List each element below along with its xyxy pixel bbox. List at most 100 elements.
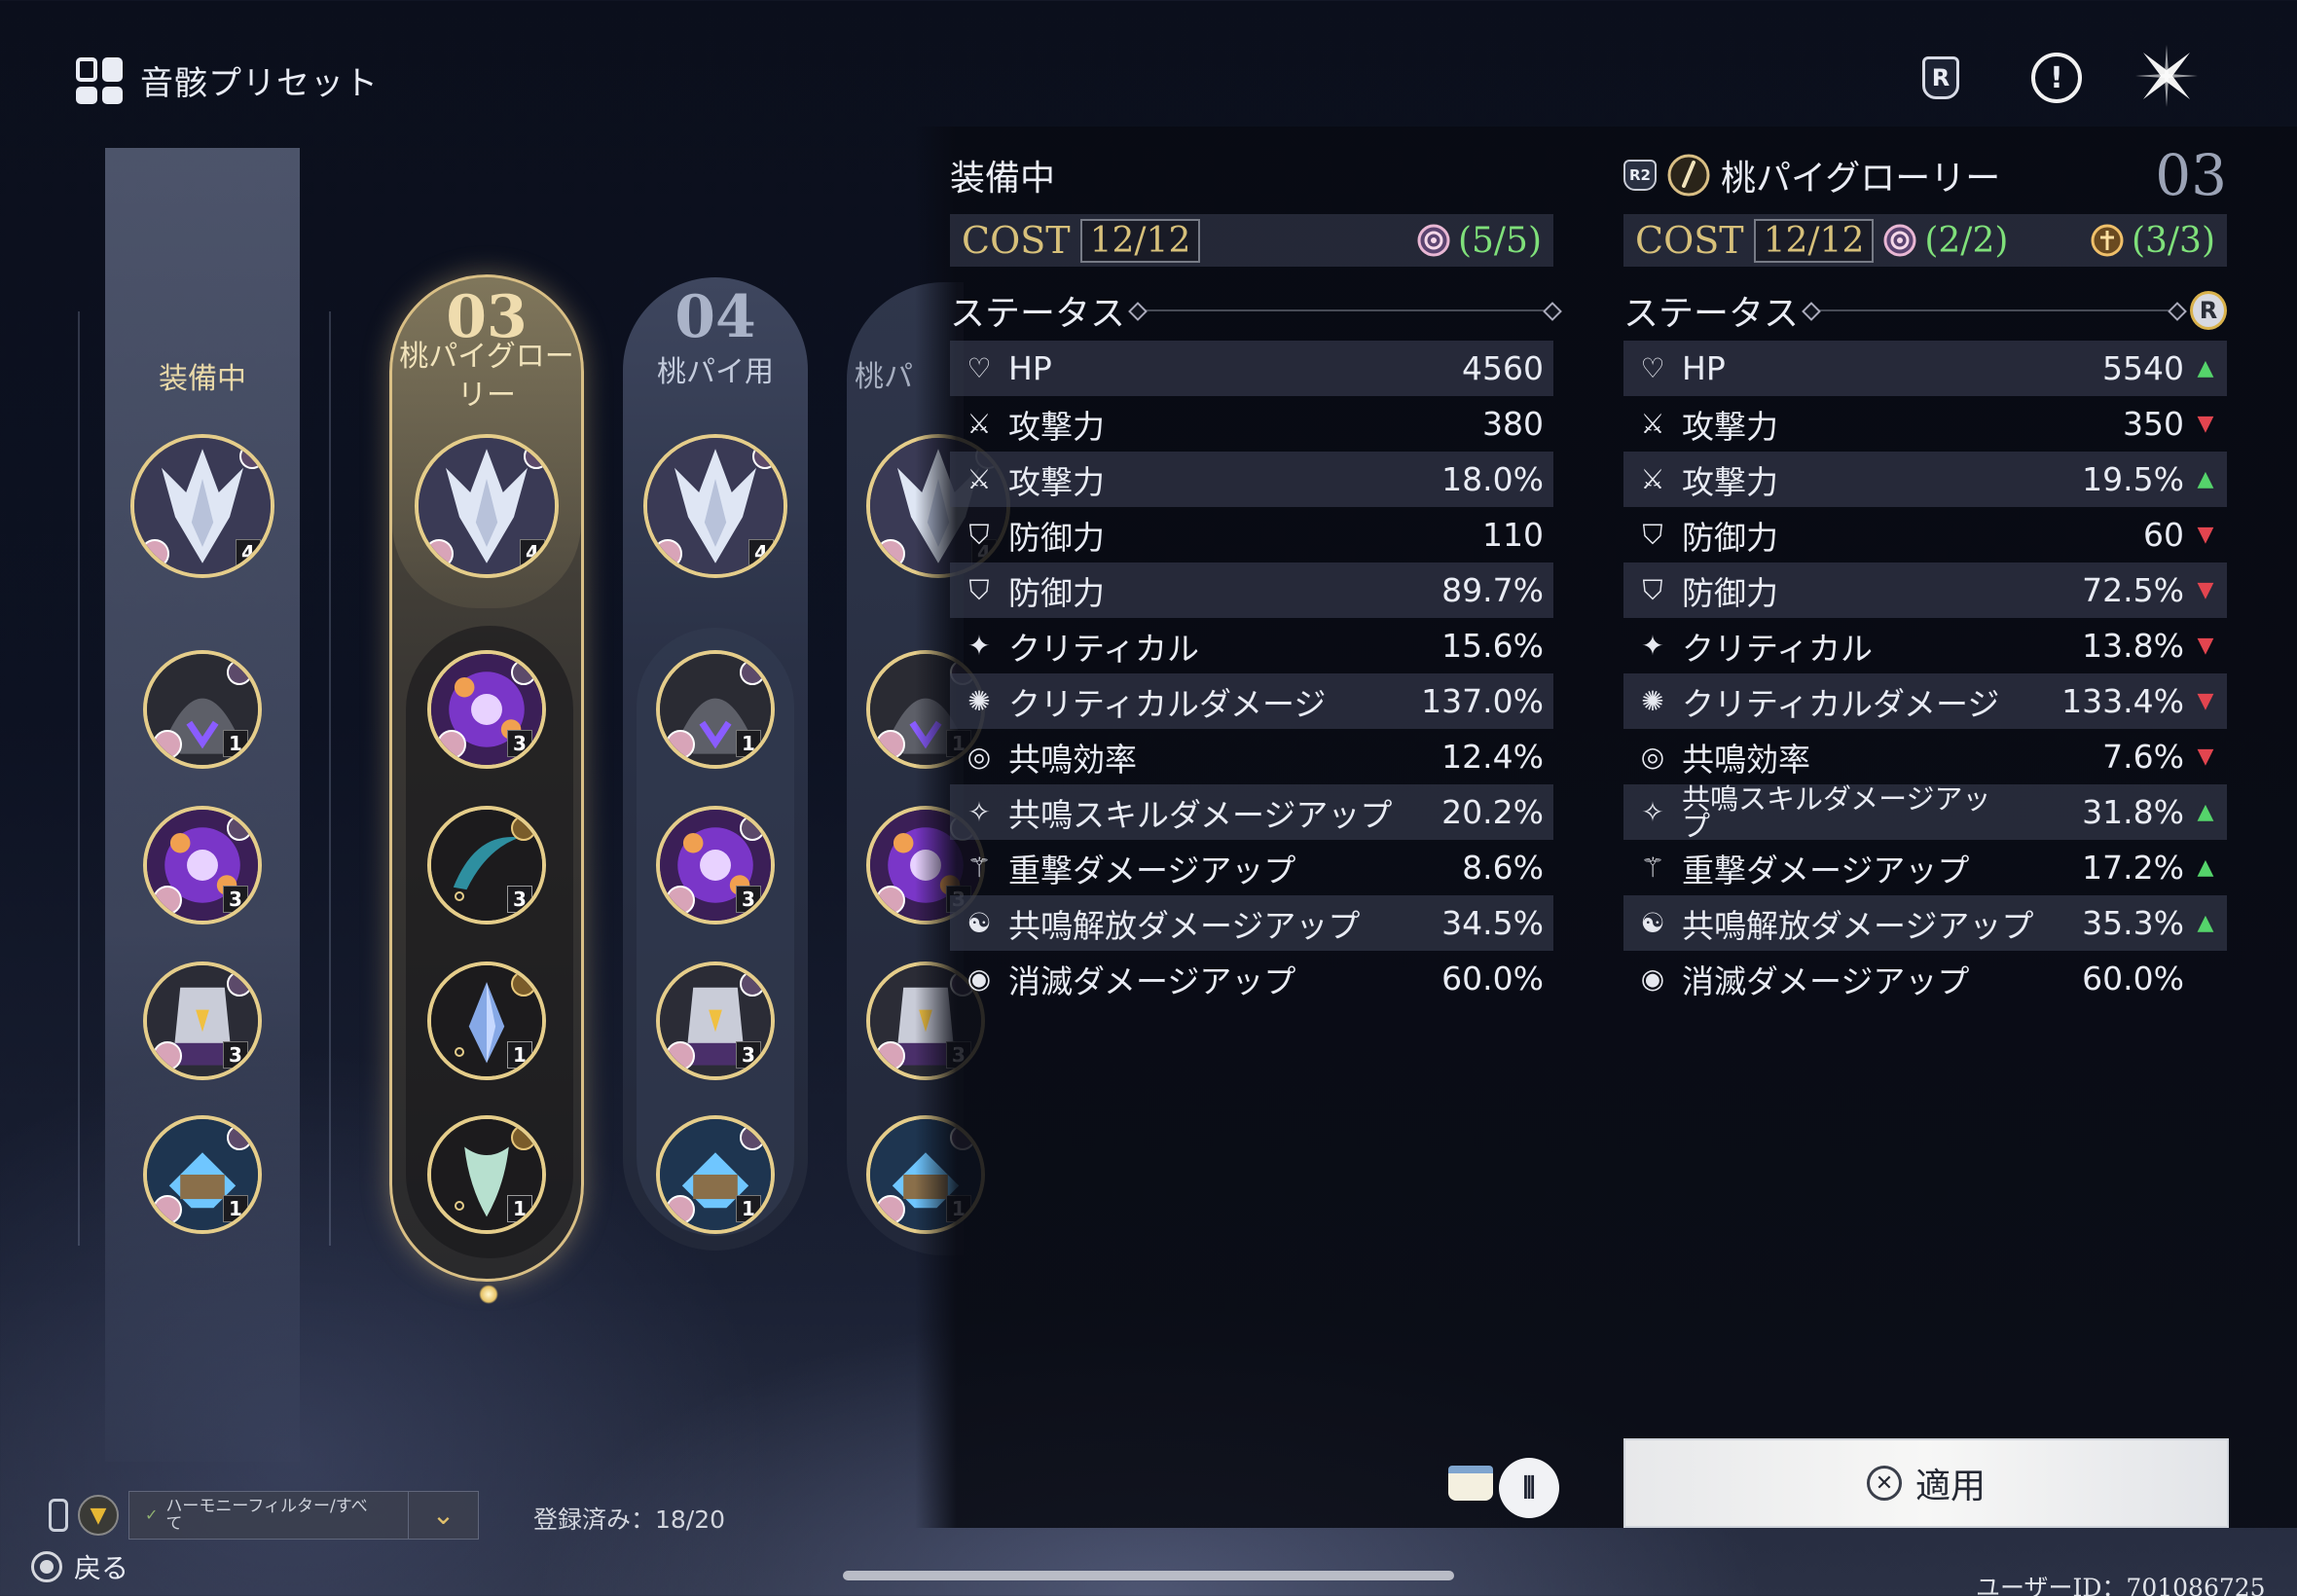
energy-icon: ◎ [966,741,992,773]
swords-icon: ⚔ [1640,408,1665,440]
echo-slot[interactable]: 4 [130,434,274,578]
stat-row: ⚚ 重撃ダメージアップ 8.6% [950,840,1553,895]
stat-row: ✺ クリティカルダメージ 133.4% ▼ [1623,673,2227,729]
stat-value: 7.6% [2102,738,2184,776]
main-stat-badge-icon [653,539,682,568]
echo-cost-badge: 3 [223,1041,248,1069]
stat-value: 20.2% [1441,793,1544,831]
stat-value: 31.8% [2082,793,2184,831]
main-stat-badge-icon [876,539,905,568]
stat-row: ⛉ 防御力 60 ▼ [1623,507,2227,562]
echo-slot[interactable]: 3 [427,806,546,925]
folder-icon[interactable] [1448,1466,1493,1501]
status-label: ステータス [1623,294,1800,334]
stat-name: 防御力 [1682,573,1778,612]
close-icon [2135,45,2198,107]
sonata-set-icon [752,444,778,469]
list-view-icon[interactable] [49,1499,68,1532]
panel-title: 装備中 [950,159,1056,199]
echo-slot[interactable]: 4 [643,434,787,578]
back-button[interactable]: 戻る [31,1547,128,1586]
status-header: ステータス R [1623,286,2227,335]
filter-bar: ▼ ✓ ハーモニーフィルター/すべ て ⌄ [49,1491,479,1540]
stat-down-arrow-icon: ▼ [2197,634,2214,658]
stat-value: 60 [2143,516,2184,554]
echo-cost-badge: 3 [736,886,761,913]
equipped-column[interactable]: 装備中 [105,148,300,1462]
stat-row: ☯ 共鳴解放ダメージアップ 34.5% [950,895,1553,951]
stat-up-arrow-icon: ▲ [2197,467,2214,491]
main-stat-badge-icon [437,730,466,759]
apply-button[interactable]: ✕ 適用 [1623,1438,2229,1528]
sonata-set-icon [740,816,765,841]
divider [1810,309,2178,311]
echo-slot[interactable]: 1 [143,1115,262,1234]
exclamation-icon: ! [2031,53,2082,103]
shield-icon: ⛉ [1642,573,1663,606]
echo-cost-badge: 3 [736,1041,761,1069]
check-icon: ✓ [145,1505,159,1524]
close-button[interactable] [2132,41,2202,111]
stat-down-arrow-icon: ▼ [2197,412,2214,436]
preset-number: 04 [675,283,756,351]
stat-value: 12.4% [1441,738,1544,776]
r-info-button[interactable]: R [2190,291,2227,330]
crit-dmg-icon: ✺ [1641,685,1664,717]
r-icon: R [1922,56,1959,99]
stat-row: ⛉ 防御力 89.7% [950,562,1553,618]
echo-slot[interactable]: 1 [656,1115,775,1234]
stat-name: クリティカルダメージ [1682,684,2000,723]
echo-slot[interactable]: 3 [656,806,775,925]
main-stat-badge-icon [666,730,695,759]
echo-slot[interactable]: 3 [143,961,262,1080]
preset-stats-panel: R2 桃パイグローリー 03 COST 12/12 (2/2) (3/3) ステ… [1623,142,2227,1006]
stat-up-arrow-icon: ▲ [2197,800,2214,824]
column-rail [329,311,331,1246]
panel-title-row: R2 桃パイグローリー 03 [1623,142,2227,208]
column-rail [78,311,80,1246]
help-button[interactable]: ! [2029,51,2084,105]
stat-name: 攻撃力 [1682,462,1778,501]
preset-number: 03 [2155,142,2227,208]
stat-name: クリティカルダメージ [1008,684,1327,723]
echo-slot[interactable]: 1 [427,1115,546,1234]
swords-icon: ⚔ [966,408,992,440]
page-header: 音骸プリセット [76,56,379,104]
x-button-icon: ✕ [1866,1466,1902,1501]
filter-icon[interactable]: ▼ [78,1495,119,1536]
sonata-set-icon [511,971,536,997]
harmony-filter-select[interactable]: ✓ ハーモニーフィルター/すべ て ⌄ [128,1491,479,1540]
stat-name: 共鳴解放ダメージアップ [1008,906,1361,945]
chevron-down-icon: ⌄ [408,1492,478,1539]
stat-value: 17.2% [2082,849,2184,887]
heavy-icon: ⚚ [966,852,992,884]
stat-name: 重撃ダメージアップ [1008,851,1296,889]
horizontal-scrollbar[interactable] [843,1571,1454,1580]
swords-icon: ⚔ [1640,463,1665,495]
echo-slot[interactable]: 3 [427,650,546,769]
status-header: ステータス [950,286,1553,335]
stat-row: ✧ 共鳴スキルダメージアッ プ 31.8% ▲ [1623,784,2227,840]
cost-row: COST 12/12 (2/2) (3/3) [1623,214,2227,267]
echo-slot[interactable]: 1 [656,650,775,769]
stat-name: 重撃ダメージアップ [1682,851,1970,889]
stat-value: 8.6% [1462,849,1544,887]
stat-name: クリティカル [1682,629,1874,668]
compare-button[interactable]: ⫴ [1499,1458,1559,1518]
echo-slot[interactable]: 4 [415,434,559,578]
main-stat-badge-icon [876,886,905,915]
stat-value: 19.5% [2082,460,2184,498]
grid-menu-icon [76,56,123,104]
stat-up-arrow-icon: ▲ [2197,855,2214,880]
echo-slot[interactable]: 1 [427,961,546,1080]
stat-row: ⚔ 攻撃力 380 [950,396,1553,452]
echo-slot[interactable]: 3 [656,961,775,1080]
set-count: (3/3) [2131,220,2215,261]
stat-row: ✦ クリティカル 15.6% [950,618,1553,673]
echo-slot[interactable]: 3 [143,806,262,925]
liberation-icon: ☯ [1640,907,1665,939]
sonata-set-icon [511,816,536,841]
echo-slot[interactable]: 1 [143,650,262,769]
crit-icon: ✦ [1641,630,1664,662]
rank-r-button[interactable]: R [1914,51,1968,105]
